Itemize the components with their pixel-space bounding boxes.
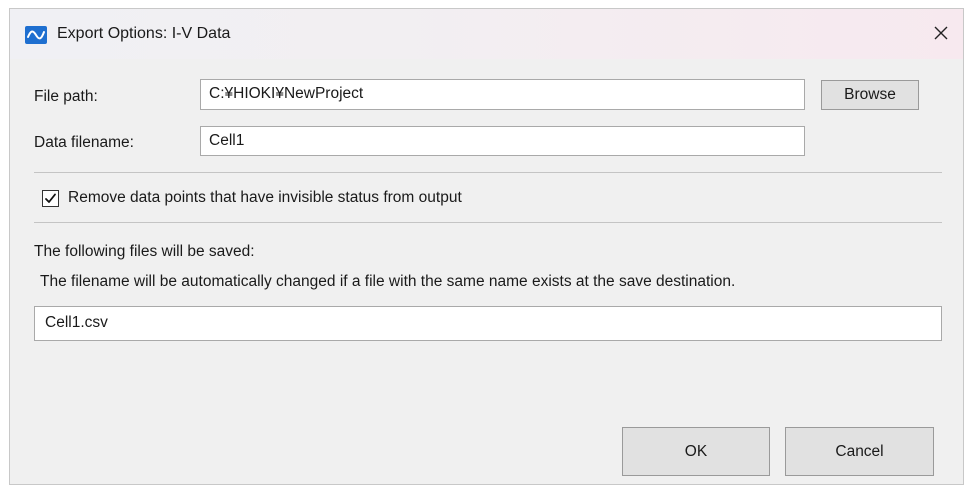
data-filename-input[interactable]: Cell1	[200, 126, 805, 156]
separator-top	[34, 172, 942, 173]
remove-invisible-checkbox[interactable]	[42, 190, 59, 207]
remove-invisible-label[interactable]: Remove data points that have invisible s…	[68, 188, 462, 208]
cancel-button[interactable]: Cancel	[785, 427, 934, 476]
output-file-item: Cell1.csv	[45, 314, 108, 331]
data-filename-label: Data filename:	[34, 134, 134, 151]
separator-bottom	[34, 222, 942, 223]
close-icon	[934, 26, 948, 40]
file-path-input[interactable]: C:¥HIOKI¥NewProject	[200, 79, 805, 110]
window-title: Export Options: I-V Data	[57, 25, 231, 42]
output-note: The filename will be automatically chang…	[40, 273, 736, 290]
ok-button[interactable]: OK	[622, 427, 770, 476]
browse-button[interactable]: Browse	[821, 80, 919, 110]
title-bar[interactable]: Export Options: I-V Data	[10, 9, 963, 59]
checkmark-icon	[45, 193, 56, 203]
export-options-dialog: Export Options: I-V Data File path: C:¥H…	[9, 8, 964, 485]
output-files-list[interactable]: Cell1.csv	[34, 306, 942, 341]
output-heading: The following files will be saved:	[34, 243, 255, 260]
close-button[interactable]	[923, 15, 959, 51]
waveform-icon	[25, 26, 47, 44]
file-path-label: File path:	[34, 88, 98, 105]
